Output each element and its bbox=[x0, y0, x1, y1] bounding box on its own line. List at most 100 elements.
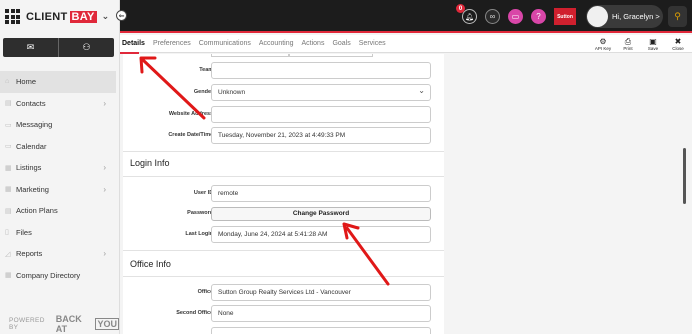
chevron-down-icon[interactable]: ⌄ bbox=[102, 11, 110, 22]
sidebar: CLIENT BAY ⌄ ✉ ⚇ ⌂ Home ▤ Contacts › ▭ Messa… bbox=[0, 0, 120, 334]
sidebar-item-label: Messaging bbox=[16, 120, 53, 130]
user-greeting: Hi, Gracelyn > bbox=[612, 12, 660, 21]
tab-actions[interactable]: Actions bbox=[302, 40, 325, 47]
tab-bar: Details Preferences Communications Accou… bbox=[120, 35, 692, 53]
avatar bbox=[587, 6, 608, 27]
sidebar-item-label: Action Plans bbox=[16, 206, 58, 216]
api-key-button[interactable]: ⚙ API Key bbox=[593, 35, 613, 51]
files-icon: ▯ bbox=[5, 229, 9, 237]
close-icon: ✖ bbox=[674, 37, 682, 46]
tab-goals[interactable]: Goals bbox=[332, 40, 350, 47]
last-login-field: Monday, June 24, 2024 at 5:41:28 AM bbox=[211, 226, 431, 243]
action-plans-icon: ▤ bbox=[5, 207, 12, 215]
sidebar-item-files[interactable]: ▯ Files bbox=[0, 222, 116, 244]
contacts-icon: ▤ bbox=[5, 100, 12, 108]
listings-icon: ▦ bbox=[5, 164, 12, 172]
reports-icon: ◿ bbox=[5, 250, 11, 258]
sidebar-item-label: Calendar bbox=[16, 141, 47, 151]
powered-by-footer: POWERED BY BACK AT YOU bbox=[9, 314, 119, 334]
app-root: CLIENT BAY ⌄ ✉ ⚇ ⌂ Home ▤ Contacts › ▭ Messa… bbox=[0, 0, 692, 334]
sidebar-item-listings[interactable]: ▦ Listings › bbox=[0, 157, 116, 179]
app-grid-icon[interactable] bbox=[5, 9, 20, 24]
sidebar-item-calendar[interactable]: ▭ Calendar bbox=[0, 136, 116, 158]
divider bbox=[123, 151, 444, 152]
chevron-right-icon: › bbox=[103, 249, 106, 259]
divider bbox=[123, 176, 444, 177]
sidebar-item-label: Files bbox=[16, 227, 32, 237]
print-button[interactable]: ⎙ Print bbox=[618, 35, 638, 51]
gender-row: Gender: Unknown bbox=[123, 84, 444, 101]
sidebar-collapse-button[interactable]: ⇐ bbox=[116, 10, 127, 21]
login-info-heading: Login Info bbox=[130, 158, 170, 168]
sutton-logo[interactable]: Sutton bbox=[554, 8, 576, 25]
logo-highlight: BAY bbox=[69, 10, 97, 23]
logo-text: CLIENT bbox=[26, 10, 68, 23]
envelope-icon[interactable]: ✉ bbox=[3, 38, 59, 57]
user-menu[interactable]: Hi, Gracelyn > bbox=[586, 5, 663, 28]
office-field[interactable]: Sutton Group Realty Services Ltd - Vanco… bbox=[211, 284, 431, 301]
powered-brand: BACK AT bbox=[55, 314, 82, 334]
sidebar-item-label: Home bbox=[16, 77, 37, 87]
brand-area: CLIENT BAY ⌄ bbox=[0, 0, 119, 33]
sidebar-item-label: Company Directory bbox=[16, 270, 81, 280]
close-button[interactable]: ✖ Close bbox=[668, 35, 688, 51]
password-row: Password: Change Password bbox=[123, 207, 444, 224]
sidebar-nav: ⌂ Home ▤ Contacts › ▭ Messaging ▭ Calendar ▦ L… bbox=[0, 71, 116, 286]
api-key-label: API Key bbox=[594, 46, 612, 51]
save-button[interactable]: ▣ Save bbox=[643, 35, 663, 51]
tab-preferences[interactable]: Preferences bbox=[153, 40, 191, 47]
sidebar-item-home[interactable]: ⌂ Home bbox=[0, 71, 116, 93]
tab-services[interactable]: Services bbox=[359, 40, 386, 47]
help-icon[interactable]: ? bbox=[531, 9, 546, 24]
toolbar-actions: ⚙ API Key ⎙ Print ▣ Save ✖ Close bbox=[593, 35, 688, 51]
sidebar-item-label: Listings bbox=[16, 163, 42, 173]
tab-communications[interactable]: Communications bbox=[199, 40, 251, 47]
sidebar-item-label: Marketing bbox=[16, 184, 49, 194]
gear-icon: ⚙ bbox=[599, 37, 607, 46]
print-icon: ⎙ bbox=[624, 37, 632, 46]
gender-select[interactable]: Unknown bbox=[211, 84, 431, 101]
second-office-field[interactable]: None bbox=[211, 305, 431, 322]
add-person-icon[interactable]: ⚇ bbox=[59, 38, 114, 57]
sidebar-item-action-plans[interactable]: ▤ Action Plans bbox=[0, 200, 116, 222]
sidebar-item-reports[interactable]: ◿ Reports › bbox=[0, 243, 116, 265]
chat-icon[interactable]: ▭ bbox=[508, 9, 523, 24]
website-field[interactable] bbox=[211, 106, 431, 123]
microphone-icon[interactable]: ⚲ bbox=[668, 6, 687, 27]
create-date-field: Tuesday, November 21, 2023 at 4:49:33 PM bbox=[211, 127, 431, 144]
client-bay-logo[interactable]: CLIENT BAY ⌄ bbox=[26, 10, 110, 23]
bell-icon[interactable]: 🔔︎ bbox=[462, 9, 477, 24]
office-info-heading: Office Info bbox=[130, 259, 171, 269]
clipped-field-row bbox=[123, 327, 444, 334]
link-icon[interactable]: ∞ bbox=[485, 9, 500, 24]
directory-icon: ▦ bbox=[5, 272, 12, 280]
divider bbox=[123, 250, 444, 251]
sidebar-item-contacts[interactable]: ▤ Contacts › bbox=[0, 93, 116, 115]
chat-icon: ▭ bbox=[5, 121, 12, 129]
create-date-row: Create Date/Time: Tuesday, November 21, … bbox=[123, 127, 444, 144]
main-content: Team: Gender: Unknown Website Address: C… bbox=[120, 54, 692, 334]
chevron-right-icon: › bbox=[103, 98, 106, 108]
last-login-row: Last Login: Monday, June 24, 2024 at 5:4… bbox=[123, 226, 444, 243]
tab-details[interactable]: Details bbox=[122, 40, 145, 47]
powered-by-text: POWERED BY bbox=[9, 317, 45, 331]
scrollbar-thumb[interactable] bbox=[683, 148, 686, 204]
office-row: Office: Sutton Group Realty Services Ltd… bbox=[123, 284, 444, 301]
clipped-field[interactable] bbox=[211, 327, 431, 334]
top-bar: 🔔︎ 0 ∞ ▭ ? Sutton Hi, Gracelyn > ⚲ bbox=[120, 0, 692, 33]
sidebar-item-label: Reports bbox=[16, 249, 43, 259]
sidebar-item-marketing[interactable]: ▦ Marketing › bbox=[0, 179, 116, 201]
change-password-button[interactable]: Change Password bbox=[211, 207, 431, 221]
chevron-right-icon: › bbox=[103, 184, 106, 194]
tab-accounting[interactable]: Accounting bbox=[259, 40, 294, 47]
website-label: Website Address: bbox=[168, 111, 215, 117]
website-row: Website Address: bbox=[123, 106, 444, 123]
save-icon: ▣ bbox=[649, 37, 657, 46]
marketing-icon: ▦ bbox=[5, 186, 12, 194]
chevron-right-icon: › bbox=[103, 163, 106, 173]
sidebar-item-messaging[interactable]: ▭ Messaging bbox=[0, 114, 116, 136]
sidebar-item-company-directory[interactable]: ▦ Company Directory bbox=[0, 265, 116, 287]
powered-brand-box: YOU bbox=[95, 318, 119, 330]
team-field[interactable] bbox=[211, 62, 431, 79]
userid-field[interactable]: remote bbox=[211, 185, 431, 202]
